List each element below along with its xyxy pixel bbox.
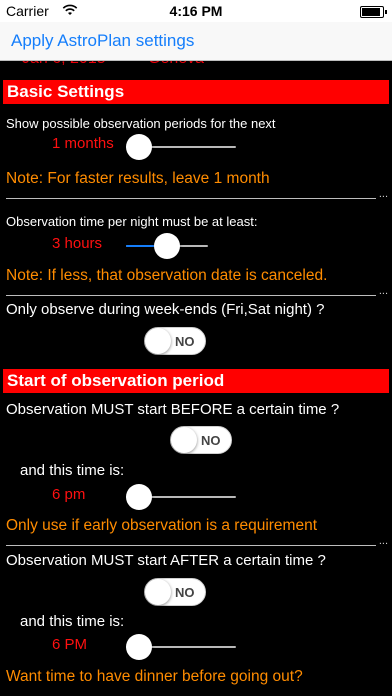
time-note: Note: If less, that observation date is … (6, 267, 328, 284)
time-value: 3 hours (52, 235, 103, 252)
toggle-state: NO (201, 433, 221, 448)
time-slider[interactable] (126, 231, 208, 261)
divider (6, 295, 376, 296)
basic-settings-header: Basic Settings (3, 80, 389, 104)
period-slider[interactable] (126, 132, 236, 162)
toggle-knob (145, 579, 171, 605)
status-bar: Carrier 4:16 PM (0, 0, 392, 22)
before-toggle[interactable]: NO (170, 426, 232, 454)
start-period-header: Start of observation period (3, 369, 389, 393)
slider-thumb[interactable] (126, 134, 152, 160)
time-label: Observation time per night must be at le… (6, 214, 258, 229)
navigation-bar: Apply AstroPlan settings (0, 22, 392, 61)
after-time-label: and this time is: (20, 613, 125, 630)
clock: 4:16 PM (169, 3, 223, 19)
after-note: Want time to have dinner before going ou… (6, 668, 303, 685)
period-label: Show possible observation periods for th… (6, 116, 276, 131)
weekend-toggle[interactable]: NO (144, 327, 206, 355)
after-time-value: 6 PM (52, 636, 88, 653)
divider (6, 545, 376, 546)
slider-thumb[interactable] (126, 484, 152, 510)
weekend-label: Only observe during week-ends (Fri,Sat n… (6, 301, 325, 318)
toggle-state: NO (175, 334, 195, 349)
toggle-knob (171, 427, 197, 453)
after-time-slider[interactable] (126, 632, 236, 662)
before-note: Only use if early observation is a requi… (6, 517, 318, 534)
toggle-knob (145, 328, 171, 354)
slider-thumb[interactable] (126, 634, 152, 660)
period-value: 1 months (52, 135, 114, 152)
before-time-slider[interactable] (126, 482, 236, 512)
toggle-state: NO (175, 585, 195, 600)
more-ellipsis: ... (378, 535, 388, 547)
slider-thumb[interactable] (154, 233, 180, 259)
before-time-value: 6 pm (52, 486, 86, 503)
apply-settings-button[interactable]: Apply AstroPlan settings (11, 31, 194, 51)
before-label: Observation MUST start BEFORE a certain … (6, 401, 340, 418)
battery-icon (360, 6, 387, 18)
after-toggle[interactable]: NO (144, 578, 206, 606)
period-note: Note: For faster results, leave 1 month (6, 170, 270, 187)
more-ellipsis: ... (378, 188, 388, 200)
before-time-label: and this time is: (20, 462, 125, 479)
after-label: Observation MUST start AFTER a certain t… (6, 552, 326, 569)
divider (6, 198, 376, 199)
more-ellipsis: ... (378, 285, 388, 297)
